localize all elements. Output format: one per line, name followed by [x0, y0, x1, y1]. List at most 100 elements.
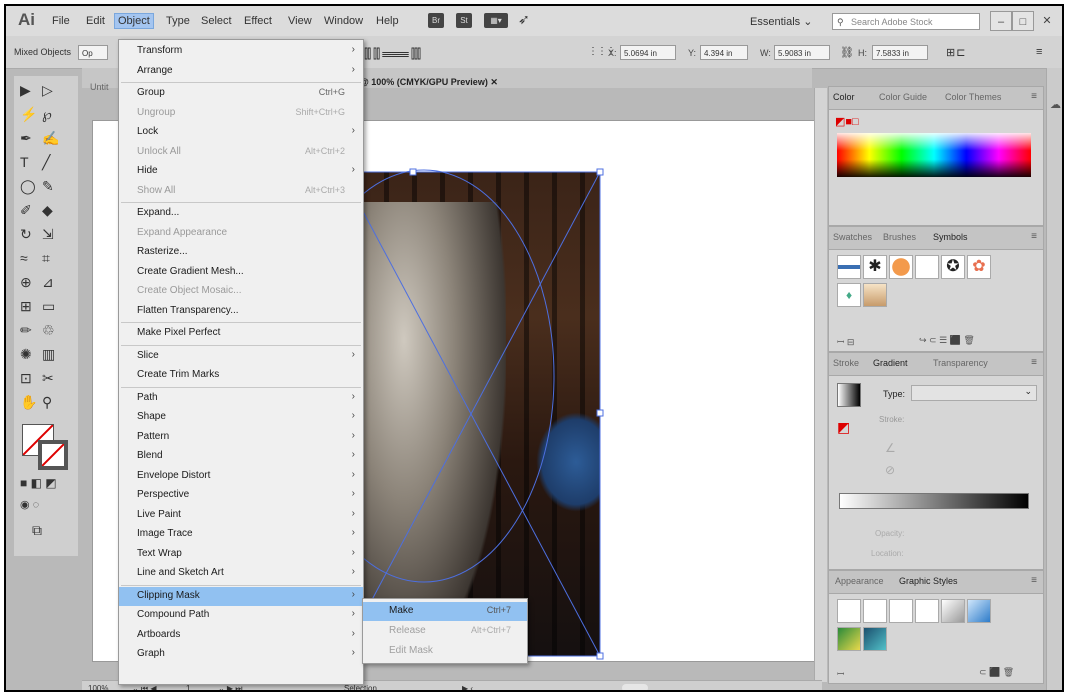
menu-item-rasterize[interactable]: Rasterize... — [119, 243, 363, 262]
gradient-panel-tabs: Stroke Gradient Transparency ≡ — [829, 353, 1043, 376]
menu-item-image-trace[interactable]: Image Trace › — [119, 525, 363, 544]
menu-separator — [121, 82, 361, 83]
menu-item-label: Transform — [137, 45, 183, 56]
menu-item-artboards[interactable]: Artboards › — [119, 626, 363, 645]
menu-item-group[interactable]: Group Ctrl+G — [119, 84, 363, 103]
style-swatch[interactable] — [863, 599, 887, 623]
menu-item-expand-appearance: Expand Appearance — [119, 224, 363, 243]
menu-item-make-pixel-perfect[interactable]: Make Pixel Perfect — [119, 324, 363, 343]
tab-graphic-styles[interactable]: Graphic Styles — [899, 576, 958, 586]
style-swatch[interactable] — [889, 599, 913, 623]
menu-item-compound-path[interactable]: Compound Path › — [119, 606, 363, 625]
menu-item-label: Pattern — [137, 430, 170, 442]
symbol-libraries-icon[interactable]: ꟷ ⊟ — [837, 335, 854, 348]
style-swatch[interactable] — [915, 599, 939, 623]
submenu-item-make[interactable]: Make Ctrl+7 — [363, 602, 527, 621]
tab-appearance[interactable]: Appearance — [835, 576, 884, 586]
leaf-symbol-icon[interactable]: ♦ — [837, 283, 861, 307]
menu-item-flatten-transparency[interactable]: Flatten Transparency... — [119, 302, 363, 321]
style-swatch[interactable] — [863, 627, 887, 651]
tab-color[interactable]: Color — [833, 92, 855, 102]
flower-symbol-icon[interactable]: ✿ — [967, 255, 991, 279]
tab-color-themes[interactable]: Color Themes — [945, 92, 1001, 102]
vertical-scrollbar[interactable] — [814, 88, 827, 682]
menu-item-live-paint[interactable]: Live Paint › — [119, 506, 363, 525]
menu-item-label: Create Object Mosaic... — [137, 285, 242, 296]
tab-brushes[interactable]: Brushes — [883, 232, 916, 242]
fill-stroke-mini-icon[interactable]: ◩■□ — [835, 115, 859, 128]
gradient-opacity-label: Opacity: — [875, 529, 905, 538]
style-swatch[interactable] — [837, 599, 861, 623]
style-swatch[interactable] — [837, 627, 861, 651]
menu-item-envelope-distort[interactable]: Envelope Distort › — [119, 467, 363, 486]
submenu-arrow-icon: › — [351, 608, 355, 619]
styles-actions-icons[interactable]: ⊂ ⬛ 🗑 — [979, 667, 1014, 678]
tab-symbols[interactable]: Symbols — [933, 232, 968, 242]
tab-color-guide[interactable]: Color Guide — [879, 92, 927, 102]
submenu-arrow-icon: › — [351, 410, 355, 421]
menu-item-create-gradient-mesh[interactable]: Create Gradient Mesh... — [119, 263, 363, 282]
style-swatch[interactable] — [967, 599, 991, 623]
submenu-arrow-icon: › — [351, 164, 355, 175]
ring-symbol-icon[interactable]: ✪ — [941, 255, 965, 279]
menu-item-arrange[interactable]: Arrange › — [119, 62, 363, 81]
color-spectrum[interactable] — [837, 133, 1031, 177]
artboard-number[interactable]: 1 — [186, 684, 190, 690]
menu-item-label: Create Trim Marks — [137, 369, 220, 380]
menu-item-lock[interactable]: Lock › — [119, 123, 363, 142]
gradient-slider[interactable] — [839, 493, 1029, 509]
symbol-actions-icons[interactable]: ↪ ⊂ ☰ ⬛ 🗑 — [919, 335, 975, 346]
menu-item-graph[interactable]: Graph › — [119, 645, 363, 664]
menu-item-label: Group — [137, 87, 165, 98]
menu-item-blend[interactable]: Blend › — [119, 447, 363, 466]
tab-stroke[interactable]: Stroke — [833, 358, 859, 368]
artboard-nav-next[interactable]: ⌄ ▶ ⏭ — [218, 684, 243, 690]
panel-menu-icon[interactable]: ≡ — [1031, 357, 1037, 368]
orange-circle-symbol[interactable] — [889, 255, 913, 279]
artboard-nav-prev[interactable]: ⌄ ⏮ ◀ — [132, 684, 157, 690]
gradient-fill-stroke-icon[interactable]: ◩ — [837, 419, 850, 436]
status-arrow-icon[interactable]: ▶ ‹ — [462, 684, 473, 690]
menu-item-slice[interactable]: Slice › — [119, 347, 363, 366]
menu-item-create-trim-marks[interactable]: Create Trim Marks — [119, 366, 363, 385]
gradient-type-dropdown[interactable]: ⌄ — [911, 385, 1037, 401]
menu-item-hide[interactable]: Hide › — [119, 162, 363, 181]
menu-item-expand[interactable]: Expand... — [119, 204, 363, 223]
styles-library-icon[interactable]: ꟷ — [837, 667, 844, 680]
panel-menu-icon[interactable]: ≡ — [1031, 231, 1037, 242]
submenu-arrow-icon: › — [351, 566, 355, 577]
menu-item-label: Expand Appearance — [137, 226, 228, 238]
submenu-arrow-icon: › — [351, 488, 355, 499]
cake-symbol[interactable] — [863, 283, 887, 307]
menu-item-perspective[interactable]: Perspective › — [119, 486, 363, 505]
menu-item-pattern[interactable]: Pattern › — [119, 428, 363, 447]
menu-item-path[interactable]: Path › — [119, 389, 363, 408]
banner-symbol[interactable] — [915, 255, 939, 279]
submenu-item-release: Release Alt+Ctrl+7 — [363, 622, 527, 641]
menu-item-clipping-mask[interactable]: Clipping Mask › — [119, 586, 363, 606]
panel-menu-icon[interactable]: ≡ — [1031, 575, 1037, 586]
menu-item-shape[interactable]: Shape › — [119, 408, 363, 427]
menu-item-text-wrap[interactable]: Text Wrap › — [119, 545, 363, 564]
menu-item-label: Expand... — [137, 207, 180, 218]
gradient-thumbnail[interactable] — [837, 383, 861, 407]
zoom-level[interactable]: 100% — [88, 684, 108, 690]
horizontal-scroll-thumb[interactable] — [622, 684, 648, 690]
submenu-item-label: Release — [389, 625, 426, 636]
tab-transparency[interactable]: Transparency — [933, 358, 988, 368]
tab-swatches[interactable]: Swatches — [833, 232, 872, 242]
menu-item-label: Rasterize... — [137, 246, 188, 257]
menu-item-shortcut: Shift+Ctrl+G — [295, 106, 345, 117]
menu-item-label: Arrange — [137, 64, 173, 76]
splatter-symbol-icon[interactable]: ✱ — [863, 255, 887, 279]
submenu-arrow-icon: › — [351, 449, 355, 460]
menu-item-line-and-sketch-art[interactable]: Line and Sketch Art › — [119, 564, 363, 583]
menu-item-label: Live Paint — [137, 508, 181, 520]
symbol-swatch[interactable] — [837, 255, 861, 279]
style-swatch[interactable] — [941, 599, 965, 623]
menu-item-transform[interactable]: Transform › — [119, 42, 363, 61]
tab-gradient[interactable]: Gradient — [873, 358, 908, 368]
menu-item-label: Make Pixel Perfect — [137, 327, 221, 338]
libraries-icon[interactable]: ☁ — [1050, 98, 1061, 111]
panel-menu-icon[interactable]: ≡ — [1031, 91, 1037, 102]
